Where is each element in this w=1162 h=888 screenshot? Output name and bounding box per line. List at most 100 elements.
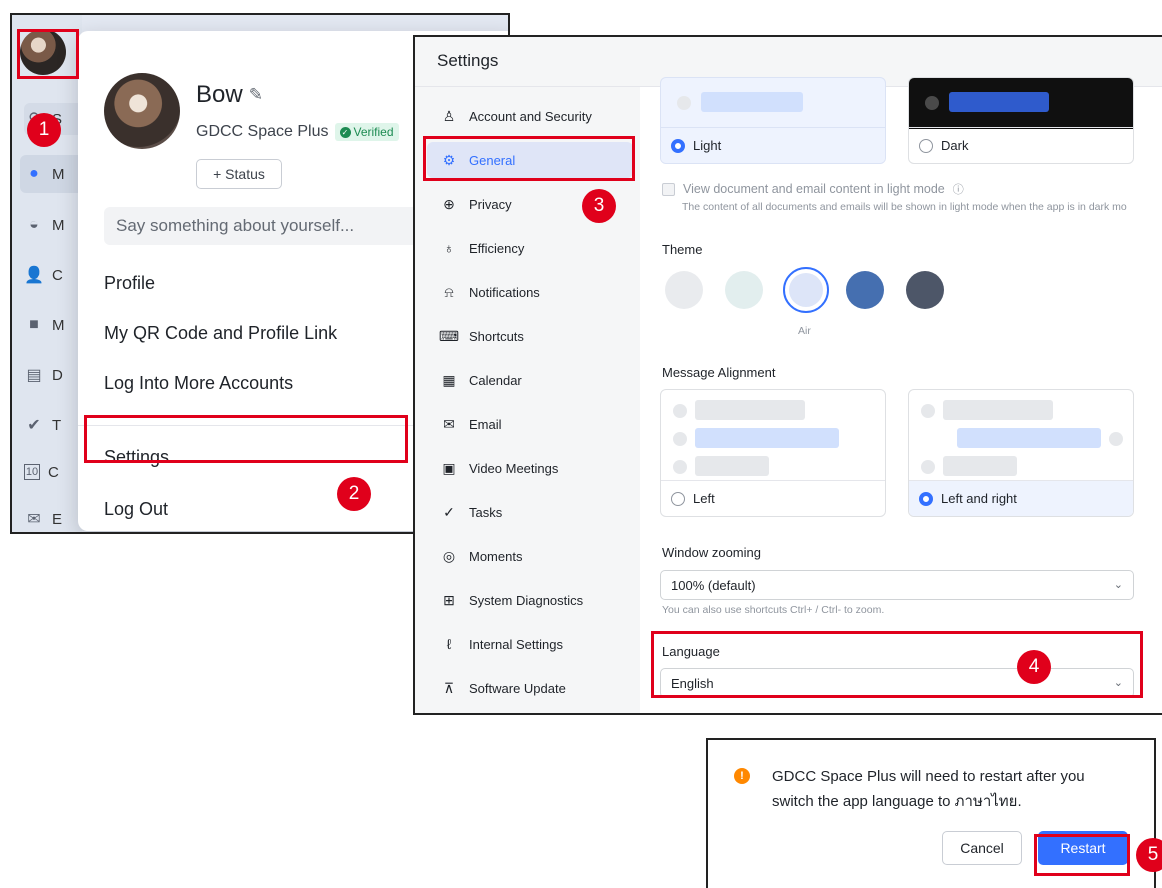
left-radio[interactable] (671, 491, 685, 506)
highlight-language-select (651, 631, 1143, 698)
settings-main: Light Dark View document and email conte… (640, 77, 1162, 713)
step-badge-4: 4 (1017, 650, 1051, 684)
left-preview-dot-2 (673, 432, 687, 446)
theme-swatch-2[interactable] (725, 271, 763, 309)
appearance-light-card[interactable]: Light (660, 77, 886, 164)
lr-preview-dot-3 (921, 460, 935, 474)
light-option-row[interactable]: Light (661, 127, 885, 163)
settings-title: Settings (437, 51, 499, 70)
step-badge-2: 2 (337, 477, 371, 511)
alignment-left-right-card[interactable]: Left and right (908, 389, 1134, 517)
left-preview-dot-3 (673, 460, 687, 474)
nav-label: Efficiency (469, 240, 525, 256)
nav-system-diagnostics[interactable]: ⊞ System Diagnostics (427, 582, 633, 618)
calendar-icon: ▦ (442, 371, 456, 388)
light-radio[interactable] (671, 138, 685, 153)
cancel-button[interactable]: Cancel (942, 831, 1022, 865)
nav-label: Notifications (469, 284, 540, 300)
verified-badge: ✓ Verified (334, 123, 399, 141)
rail-calendar-letter: C (48, 463, 59, 481)
theme-swatch-1[interactable] (665, 271, 703, 309)
nav-internal-settings[interactable]: ℓ Internal Settings (427, 626, 633, 662)
verified-label: Verified (353, 125, 394, 139)
rail-messenger-letter: M (52, 165, 65, 183)
light-mode-checkbox-row[interactable]: View document and email content in light… (662, 181, 964, 197)
menu-item-qr-code[interactable]: My QR Code and Profile Link (104, 323, 337, 344)
nav-label: Internal Settings (469, 636, 563, 652)
theme-swatch-4[interactable] (846, 271, 884, 309)
nav-moments[interactable]: ◎ Moments (427, 538, 633, 574)
chat-icon: ● (29, 165, 39, 182)
highlight-general-nav (423, 136, 635, 181)
video-icon: ■ (29, 316, 39, 333)
calendar-icon: 10 (24, 464, 40, 480)
alignment-left-card[interactable]: Left (660, 389, 886, 517)
arrow-up-circle-icon: ⊼ (443, 679, 455, 696)
left-right-radio[interactable] (919, 491, 933, 506)
left-option-row[interactable]: Left (661, 480, 885, 516)
step-badge-5: 5 (1136, 838, 1162, 872)
restart-message: GDCC Space Plus will need to restart aft… (772, 768, 1085, 810)
menu-item-more-accounts[interactable]: Log Into More Accounts (104, 373, 293, 394)
theme-selected-name: Air (798, 325, 811, 337)
zoom-select[interactable]: 100% (default) ⌄ (660, 570, 1134, 600)
mail-icon: ✉ (27, 511, 41, 528)
nav-email[interactable]: ✉ Email (427, 406, 633, 442)
nav-notifications[interactable]: ⍾ Notifications (427, 274, 633, 310)
left-right-option-row[interactable]: Left and right (909, 480, 1133, 516)
rail-meetings-letter: M (52, 316, 65, 334)
shield-icon: ⊕ (443, 195, 455, 212)
dark-radio[interactable] (919, 138, 933, 153)
bell-icon: ⍾ (444, 283, 454, 300)
theme-label: Theme (662, 242, 703, 257)
nav-label: System Diagnostics (469, 592, 584, 608)
nav-software-update[interactable]: ⊼ Software Update (427, 670, 633, 706)
verified-check-icon: ✓ (339, 126, 351, 138)
user-icon: ♙ (442, 107, 456, 124)
profile-org-row: GDCC Space Plus ✓ Verified (196, 123, 399, 141)
rail-contacts-letter: C (52, 266, 63, 284)
left-preview-bar-3 (695, 456, 769, 476)
nav-calendar[interactable]: ▦ Calendar (427, 362, 633, 398)
menu-item-log-out[interactable]: Log Out (104, 499, 168, 520)
check-icon: ✓ (443, 503, 455, 520)
about-input[interactable]: Say something about yourself... (104, 207, 434, 245)
profile-avatar[interactable] (104, 73, 180, 149)
light-mode-checkbox[interactable] (662, 182, 675, 196)
menu-item-profile[interactable]: Profile (104, 273, 155, 294)
lr-preview-bar-2 (957, 428, 1101, 448)
nav-shortcuts[interactable]: ⌨ Shortcuts (427, 318, 633, 354)
step-badge-1: 1 (27, 113, 61, 147)
zoom-note: You can also use shortcuts Ctrl+ / Ctrl-… (662, 604, 885, 616)
tasks-icon: ✔ (27, 417, 41, 434)
edit-pencil-icon[interactable]: ✎ (249, 85, 263, 105)
contacts-icon: 👤 (24, 267, 44, 284)
nav-label: Calendar (469, 372, 522, 388)
info-icon[interactable]: ⓘ (953, 181, 964, 197)
left-label: Left (693, 491, 715, 506)
wrench-icon: ℓ (446, 636, 452, 652)
mail-icon: ✉ (443, 415, 455, 432)
rail-moments-letter: M (52, 216, 65, 234)
lr-preview-dot-2 (1109, 432, 1123, 446)
nav-efficiency[interactable]: ♁ Efficiency (427, 230, 633, 266)
dark-option-row[interactable]: Dark (909, 127, 1133, 163)
video-icon: ▣ (442, 459, 456, 476)
light-label: Light (693, 138, 722, 153)
keyboard-icon: ⌨ (438, 327, 460, 344)
nav-account-security[interactable]: ♙ Account and Security (427, 98, 633, 134)
nav-tasks[interactable]: ✓ Tasks (427, 494, 633, 530)
theme-swatch-air[interactable] (783, 267, 829, 313)
nav-video-meetings[interactable]: ▣ Video Meetings (427, 450, 633, 486)
theme-swatch-5[interactable] (906, 271, 944, 309)
status-button[interactable]: + Status (196, 159, 282, 189)
lr-preview-bar-3 (943, 456, 1017, 476)
appearance-dark-card[interactable]: Dark (908, 77, 1134, 164)
nav-label: Tasks (469, 504, 503, 520)
profile-name-row: Bow ✎ (196, 81, 263, 109)
dark-label: Dark (941, 138, 969, 153)
nav-label: Video Meetings (469, 460, 559, 476)
light-mode-note: The content of all documents and emails … (682, 201, 1127, 213)
rail-email-letter: E (52, 510, 63, 528)
highlight-settings-item (84, 415, 408, 463)
